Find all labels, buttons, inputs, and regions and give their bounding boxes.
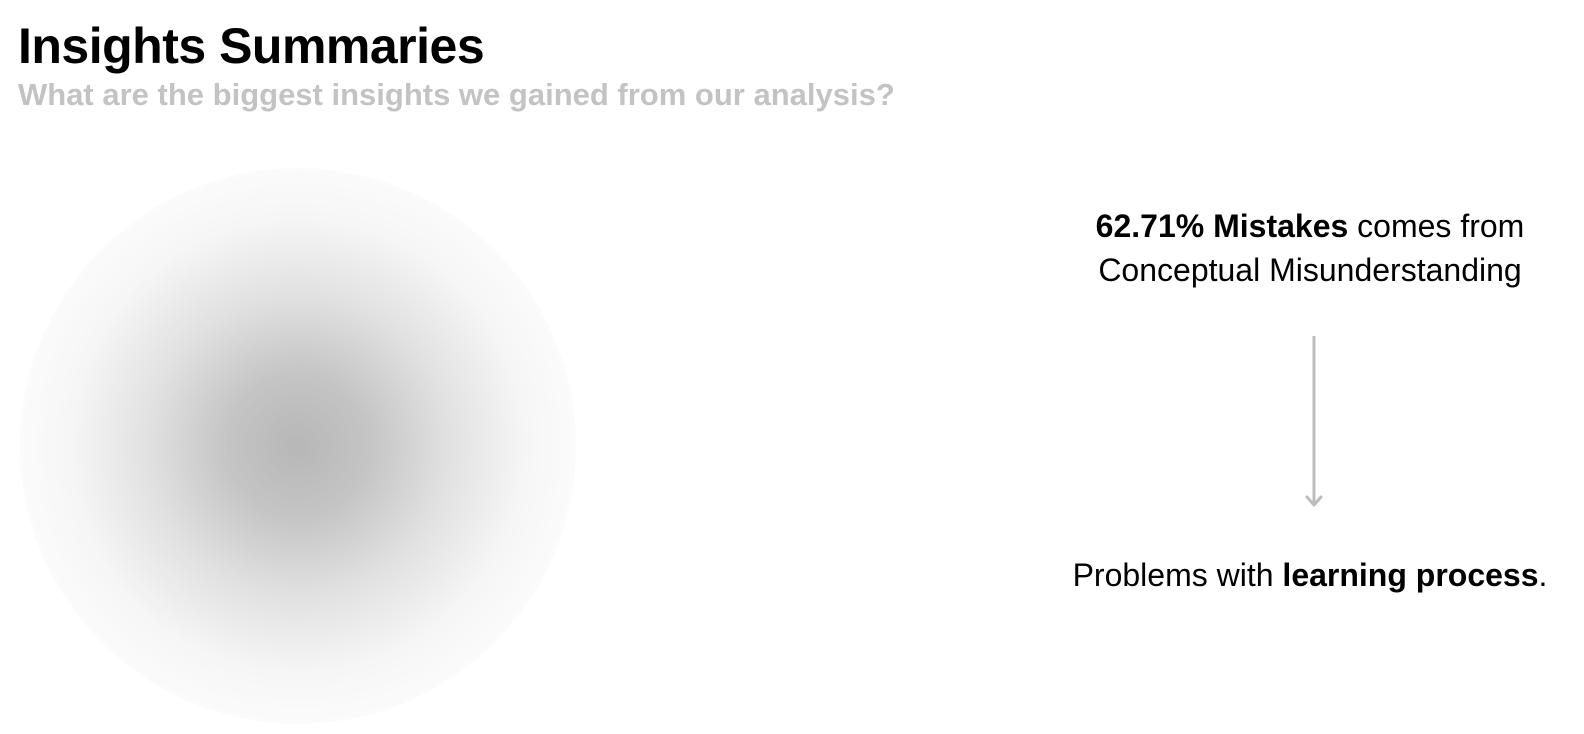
insight-mistakes-rest: comes from [1348, 208, 1525, 244]
page-subtitle: What are the biggest insights we gained … [18, 77, 895, 112]
insight-learning-text: Problems with learning process. [1040, 553, 1580, 597]
insight-learning-prefix: Problems with [1072, 557, 1283, 593]
page-title: Insights Summaries [18, 18, 485, 74]
insight-mistakes-line2: Conceptual Misunderstanding [1098, 252, 1522, 288]
insight-learning-suffix: . [1538, 557, 1548, 593]
insight-learning-highlight: learning process [1282, 557, 1539, 593]
blurred-circle-graphic [20, 168, 576, 724]
insight-mistakes-text: 62.71% Mistakes comes from Conceptual Mis… [1040, 204, 1580, 292]
arrow-down-icon [1305, 336, 1323, 507]
insight-mistakes-highlight: 62.71% Mistakes [1095, 208, 1349, 244]
